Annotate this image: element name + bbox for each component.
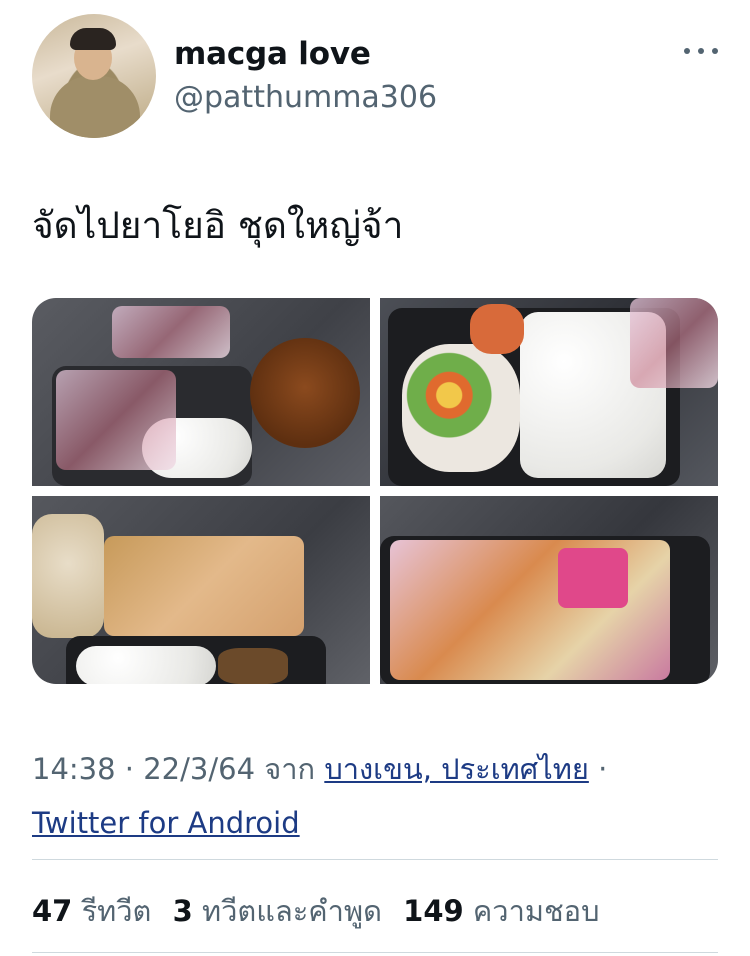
rice-shape xyxy=(76,646,216,684)
user-handle[interactable]: @patthumma306 xyxy=(174,80,437,115)
dot xyxy=(712,48,718,54)
quotes-label: ทวีตและคำพูด xyxy=(202,894,382,928)
dot xyxy=(684,48,690,54)
media-photo-1[interactable] xyxy=(32,298,370,486)
media-photo-2[interactable] xyxy=(380,298,718,486)
media-photo-4[interactable] xyxy=(380,496,718,684)
quotes-count: 3 xyxy=(172,894,193,928)
tweet-text: จัดไปยาโยอิ ชุดใหญ่จ้า xyxy=(32,204,404,247)
kimchi-shape xyxy=(470,304,524,354)
fish-shape xyxy=(218,648,288,684)
display-name[interactable]: macga love xyxy=(174,36,371,72)
likes-stat[interactable]: 149 ความชอบ xyxy=(403,894,599,928)
retweets-label: รีทวีต xyxy=(81,894,152,928)
likes-label: ความชอบ xyxy=(472,894,600,928)
divider xyxy=(32,859,718,860)
separator: · xyxy=(598,752,608,786)
logo-sticker-shape xyxy=(558,548,628,608)
wrapper-shape xyxy=(56,370,176,470)
retweets-stat[interactable]: 47 รีทวีต xyxy=(32,894,151,928)
media-grid xyxy=(32,298,718,684)
separator: · xyxy=(124,752,135,786)
divider xyxy=(32,952,718,953)
media-photo-3[interactable] xyxy=(32,496,370,684)
noodle-bag-shape xyxy=(390,540,670,680)
quotes-stat[interactable]: 3 ทวีตและคำพูด xyxy=(173,894,382,928)
tweet-date: 22/3/64 xyxy=(143,752,256,786)
likes-count: 149 xyxy=(403,894,464,928)
more-options-icon[interactable] xyxy=(684,40,718,62)
retweets-count: 47 xyxy=(32,894,73,928)
soup-cup-shape xyxy=(32,514,104,638)
wrapped-food-shape xyxy=(104,536,304,636)
sauce-bowl-shape xyxy=(250,338,360,448)
dot xyxy=(698,48,704,54)
avatar-body-shape xyxy=(50,76,140,138)
avatar-hair-shape xyxy=(70,28,116,50)
sauce-container-shape xyxy=(112,306,230,358)
client-link[interactable]: Twitter for Android xyxy=(32,806,300,840)
tweet-meta: 14:38 · 22/3/64 จาก บางเขน, ประเทศไทย · … xyxy=(32,742,722,850)
bag-shape xyxy=(630,298,718,388)
from-label: จาก xyxy=(264,752,316,786)
avatar[interactable] xyxy=(32,14,156,138)
salad-shape xyxy=(402,344,520,472)
tweet-time: 14:38 xyxy=(32,752,116,786)
location-link[interactable]: บางเขน, ประเทศไทย xyxy=(324,752,589,786)
tweet-stats: 47 รีทวีต 3 ทวีตและคำพูด 149 ความชอบ xyxy=(32,888,600,934)
